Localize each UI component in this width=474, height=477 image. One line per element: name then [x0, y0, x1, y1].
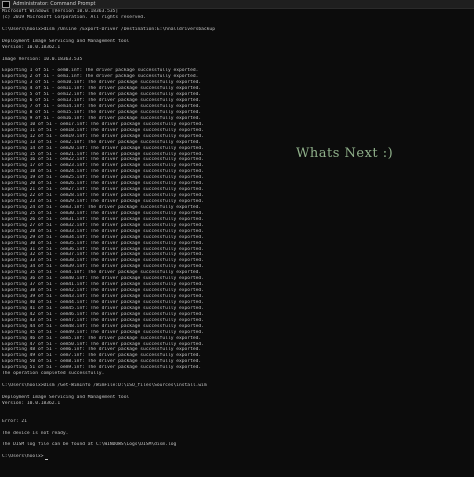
command-prompt-window: Administrator: Command Prompt Microsoft … [0, 0, 474, 477]
window-title: Administrator: Command Prompt [13, 0, 96, 7]
console-output[interactable]: Microsoft Windows [Version 10.0.18363.53… [0, 9, 474, 477]
overlay-caption: Whats Next :) [296, 146, 394, 161]
title-bar[interactable]: Administrator: Command Prompt [0, 0, 474, 9]
console-icon [2, 0, 10, 8]
text-cursor [44, 459, 48, 461]
console-line: C:\Users\hoolx> [2, 454, 474, 461]
